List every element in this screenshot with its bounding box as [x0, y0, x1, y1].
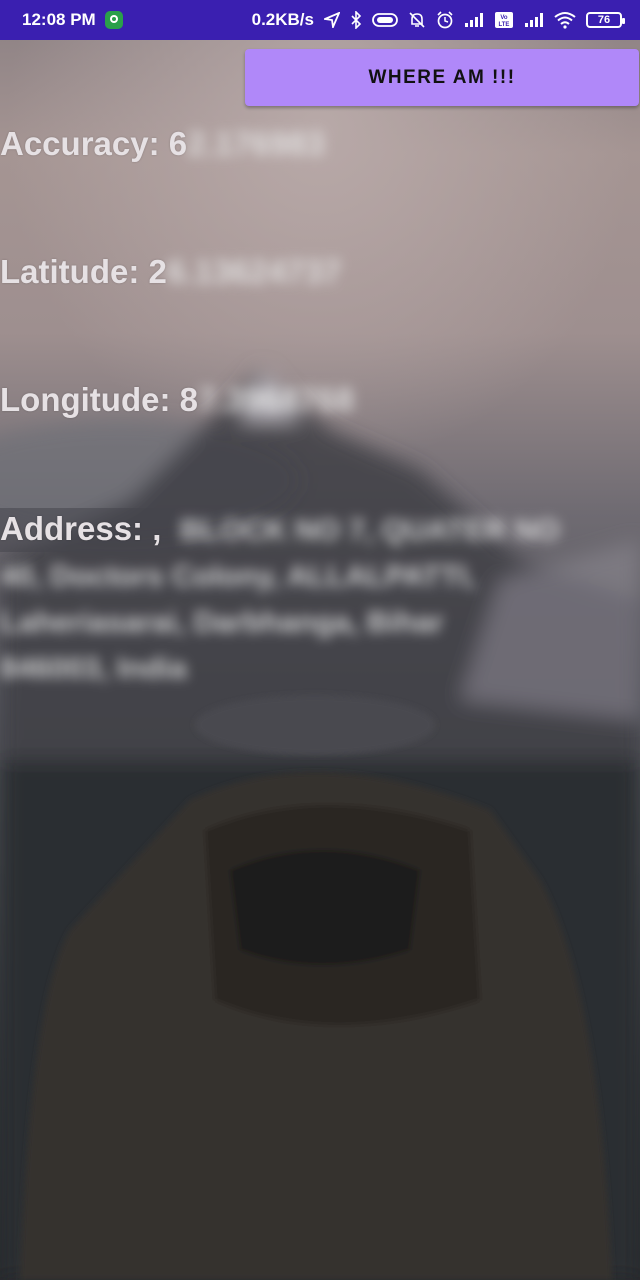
net-speed: 0.2KB/s: [251, 10, 314, 29]
signal-icon: [464, 12, 484, 28]
longitude-label: Longitude: 8: [0, 381, 198, 418]
accuracy-label: Accuracy: 6: [0, 125, 188, 162]
longitude-row: Longitude: 87.3968768: [0, 381, 354, 419]
longitude-value-redacted: 7.3968768: [197, 381, 354, 418]
address-value-redacted: BLOCK NO 7, QUATER NO 40, Doctors Colony…: [0, 514, 560, 685]
alarm-icon: [436, 11, 454, 29]
volte-icon: Vo LTE: [494, 11, 514, 29]
bluetooth-icon: [350, 11, 362, 29]
location-app-icon: [104, 10, 124, 30]
svg-text:LTE: LTE: [499, 22, 510, 28]
status-bar: 12:08 PM 0.2KB/s Vo LTE 76: [0, 0, 640, 40]
accuracy-value-redacted: 2.176983: [187, 125, 325, 162]
mute-icon: [408, 11, 426, 29]
svg-text:Vo: Vo: [500, 15, 508, 21]
status-time: 12:08 PM: [22, 10, 96, 29]
signal-icon: [524, 12, 544, 28]
toggle-icon: [372, 12, 398, 28]
latitude-row: Latitude: 26.13624737: [0, 253, 341, 291]
battery-icon: 76: [586, 12, 625, 28]
accuracy-row: Accuracy: 62.176983: [0, 125, 325, 163]
where-am-i-button[interactable]: WHERE AM !!!: [245, 49, 639, 106]
latitude-value-redacted: 6.13624737: [166, 253, 342, 290]
wifi-icon: [554, 11, 576, 29]
latitude-label: Latitude: 2: [0, 253, 167, 290]
navigation-icon: [324, 12, 340, 28]
